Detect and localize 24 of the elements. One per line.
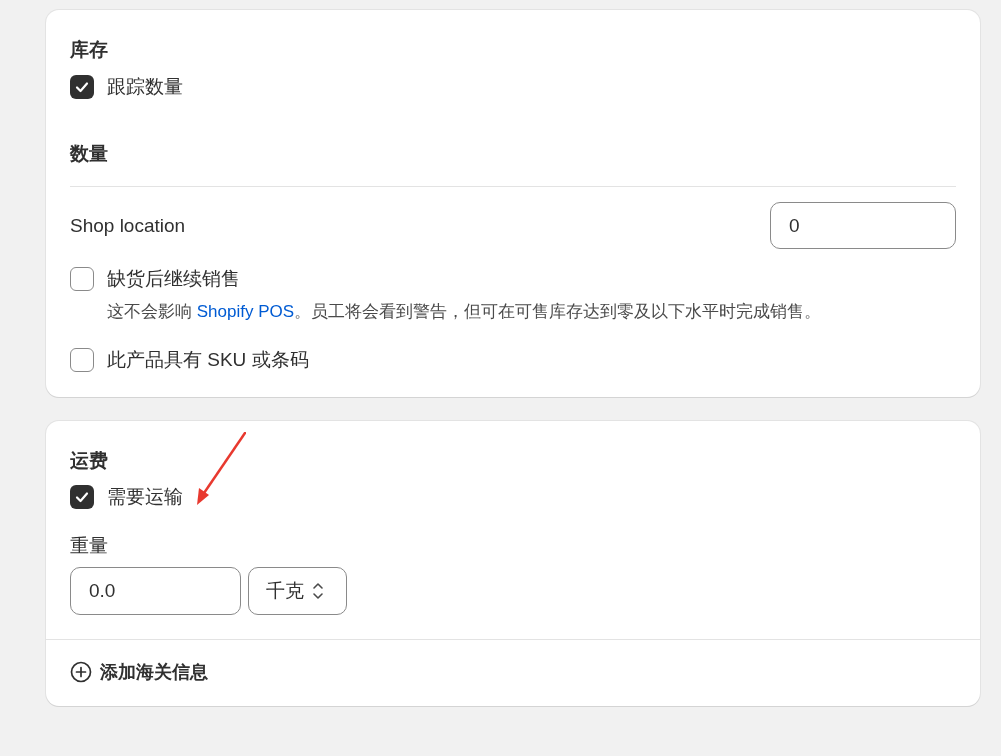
- checkbox-label: 此产品具有 SKU 或条码: [107, 348, 309, 372]
- plus-circle-icon: [70, 661, 92, 683]
- checkbox[interactable]: [70, 75, 94, 99]
- checkbox[interactable]: [70, 485, 94, 509]
- help-text: 这不会影响 Shopify POS。员工将会看到警告，但可在可售库存达到零及以下水平时完成销售。: [107, 301, 823, 323]
- checkbox[interactable]: [70, 348, 94, 372]
- checkbox-label: 跟踪数量: [107, 75, 183, 99]
- subsection-title: 数量: [70, 140, 956, 187]
- location-name: Shop location: [70, 214, 186, 237]
- checkmark-icon: [75, 81, 89, 93]
- checkbox[interactable]: [70, 267, 94, 291]
- add-customs-info-button[interactable]: 添加海关信息: [70, 660, 208, 684]
- checkmark-icon: [75, 491, 89, 503]
- unit-select[interactable]: 千克: [248, 567, 347, 615]
- section-title: 运费: [70, 449, 109, 473]
- shopify-pos-link[interactable]: Shopify POS: [196, 302, 295, 321]
- checkbox-label: 需要运输: [107, 485, 183, 509]
- weight-label: 重量: [70, 534, 109, 558]
- quantity-input[interactable]: 0: [770, 202, 956, 249]
- section-title: 库存: [70, 38, 109, 62]
- weight-input[interactable]: 0.0: [70, 567, 241, 615]
- chevron-up-down-icon: [312, 581, 324, 601]
- unit-value: 千克: [266, 579, 304, 603]
- checkbox-label: 缺货后继续销售: [107, 267, 240, 291]
